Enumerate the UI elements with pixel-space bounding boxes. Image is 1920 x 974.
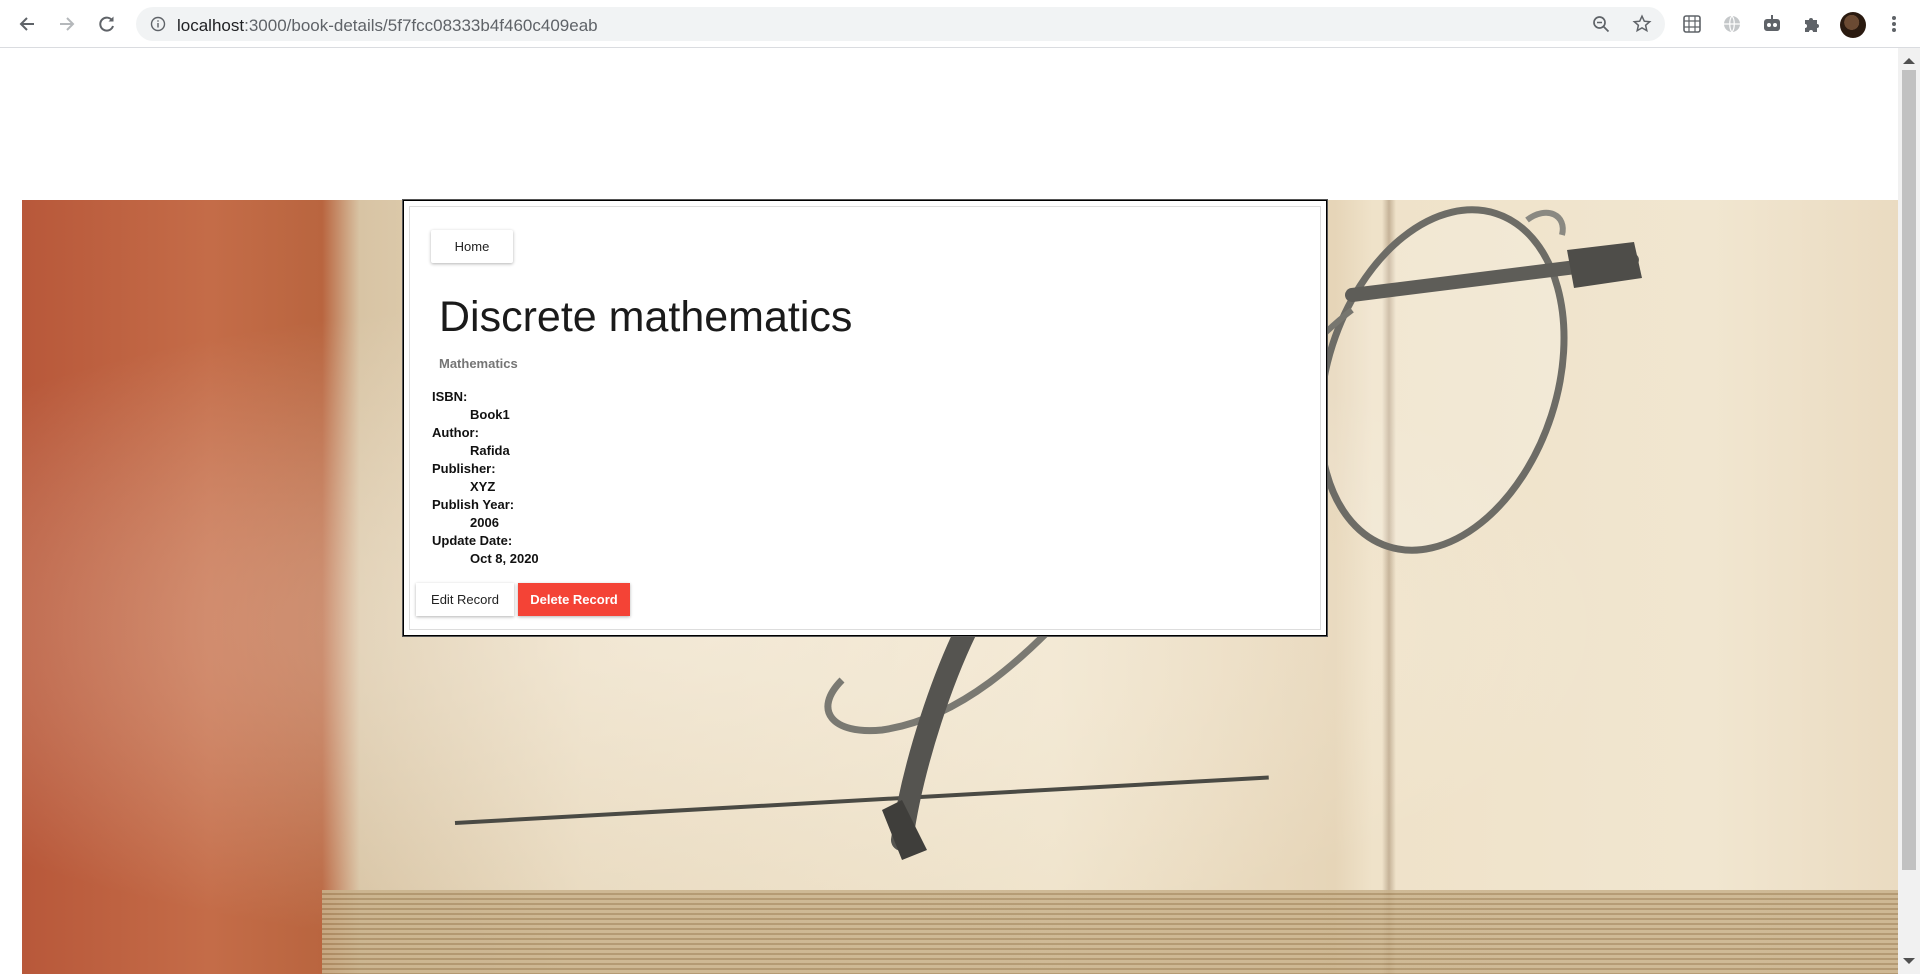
book-title: Discrete mathematics [439, 293, 853, 341]
kebab-menu-icon[interactable] [1882, 12, 1906, 36]
author-label: Author: [432, 425, 479, 440]
scroll-down-arrow-icon[interactable] [1903, 958, 1915, 964]
book-category: Mathematics [439, 356, 518, 371]
isbn-label: ISBN: [432, 389, 468, 404]
publisher-label: Publisher: [432, 461, 496, 476]
globe-extension-icon[interactable] [1720, 12, 1744, 36]
scroll-up-arrow-icon[interactable] [1903, 58, 1915, 64]
browser-toolbar: localhost:3000/book-details/5f7fcc08333b… [0, 0, 1920, 48]
puzzle-icon[interactable] [1800, 12, 1824, 36]
author-value: Rafida [470, 443, 510, 458]
publish-year-value: 2006 [470, 515, 499, 530]
translate-extension-icon[interactable] [1680, 12, 1704, 36]
forward-button[interactable] [53, 10, 81, 38]
robot-extension-icon[interactable] [1760, 12, 1784, 36]
page-scrollbar[interactable] [1898, 48, 1920, 974]
url-text[interactable]: localhost:3000/book-details/5f7fcc08333b… [177, 16, 598, 36]
update-date-value: Oct 8, 2020 [470, 551, 539, 566]
back-button[interactable] [13, 10, 41, 38]
edit-record-button[interactable]: Edit Record [416, 583, 514, 616]
scrollbar-thumb[interactable] [1902, 70, 1916, 870]
profile-avatar[interactable] [1840, 12, 1866, 38]
reload-button[interactable] [93, 10, 121, 38]
publisher-value: XYZ [470, 479, 496, 494]
address-bar[interactable]: localhost:3000/book-details/5f7fcc08333b… [136, 7, 1665, 41]
star-icon[interactable] [1630, 12, 1654, 36]
zoom-icon[interactable] [1589, 12, 1613, 36]
publish-year-label: Publish Year: [432, 497, 515, 512]
home-button[interactable]: Home [431, 230, 513, 263]
book-details-card: Home Discrete mathematics Mathematics IS… [403, 200, 1327, 636]
delete-record-button[interactable]: Delete Record [518, 583, 630, 616]
forward-arrow-icon [60, 17, 75, 31]
update-date-label: Update Date: [432, 533, 513, 548]
reload-icon [99, 16, 114, 32]
info-icon[interactable] [146, 12, 170, 36]
isbn-value: Book1 [470, 407, 510, 422]
book-details-list: ISBN: Book1 Author: Rafida Publisher: XY… [432, 388, 832, 568]
back-arrow-icon [19, 17, 34, 31]
